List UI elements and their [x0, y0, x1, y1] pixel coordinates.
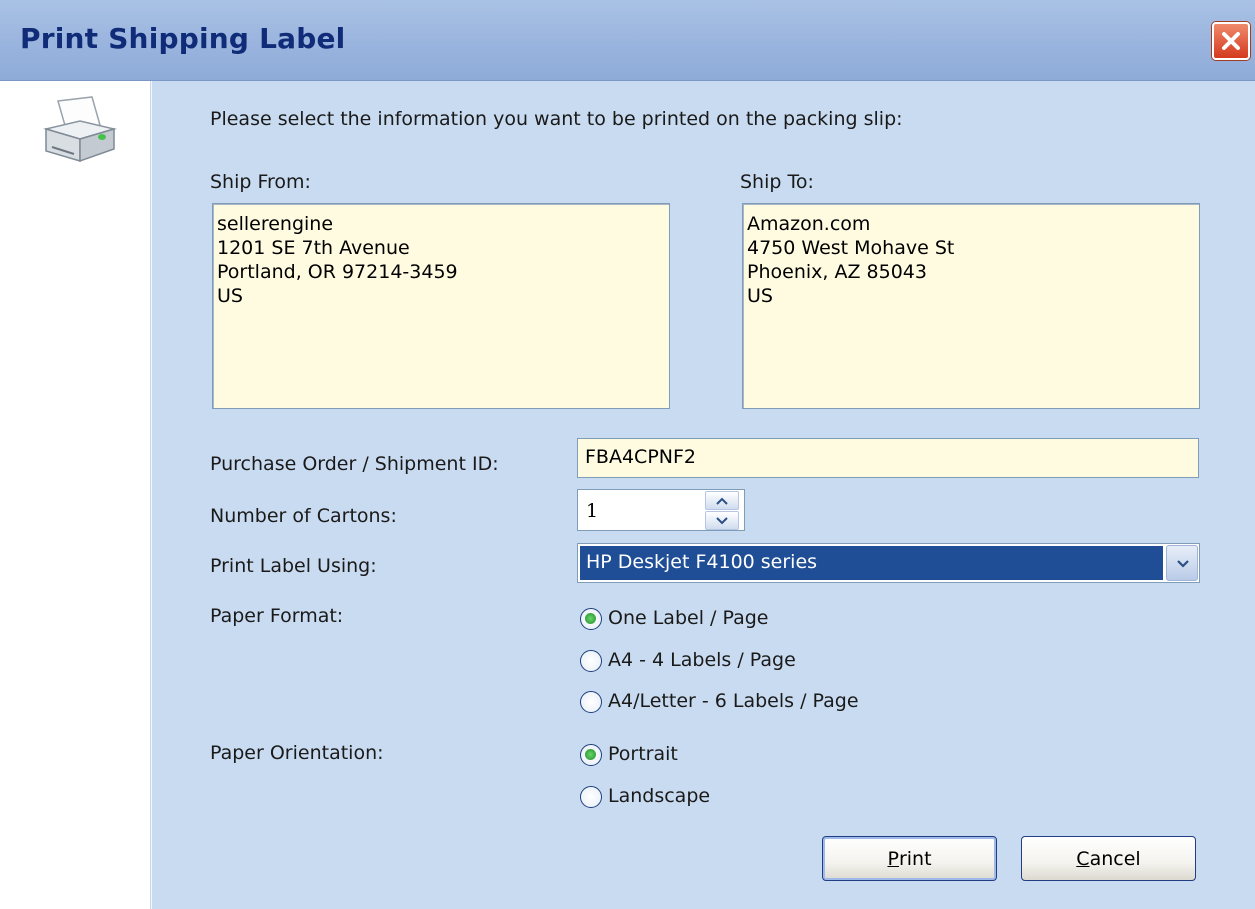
radio-selected[interactable] [580, 744, 602, 766]
orientation-option-label: Landscape [608, 785, 711, 807]
cartons-stepper[interactable]: 1 [577, 489, 745, 531]
paper-format-option-one[interactable]: One Label / Page [577, 605, 937, 635]
cartons-label: Number of Cartons: [210, 505, 397, 527]
paper-orientation-label: Paper Orientation: [210, 742, 384, 764]
printer-selected-highlight: HP Deskjet F4100 series [580, 546, 1163, 580]
paper-format-option-label: One Label / Page [608, 607, 769, 629]
print-button-label-rest: rint [898, 847, 932, 870]
ship-from-line: Portland, OR 97214-3459 [217, 261, 458, 283]
orientation-option-landscape[interactable]: Landscape [577, 783, 877, 813]
printer-label: Print Label Using: [210, 555, 377, 577]
ship-to-line: 4750 West Mohave St [747, 237, 955, 259]
printer-icon [43, 96, 117, 163]
radio-unselected[interactable] [580, 691, 602, 713]
left-panel [0, 81, 151, 909]
purchase-order-input[interactable]: FBA4CPNF2 [577, 438, 1199, 478]
radio-unselected[interactable] [580, 786, 602, 808]
cancel-button-mnemonic: C [1076, 847, 1090, 870]
paper-format-option-a4-4[interactable]: A4 - 4 Labels / Page [577, 647, 937, 677]
cancel-button-label-rest: ancel [1089, 847, 1141, 870]
printer-dropdown-button[interactable] [1166, 545, 1198, 581]
radio-selected[interactable] [580, 608, 602, 630]
ship-to-textbox[interactable]: Amazon.com 4750 West Mohave St Phoenix, … [742, 203, 1200, 409]
purchase-order-label: Purchase Order / Shipment ID: [210, 453, 499, 475]
purchase-order-value: FBA4CPNF2 [585, 446, 697, 468]
chevron-up-icon [716, 497, 728, 505]
cartons-value: 1 [586, 500, 599, 522]
print-shipping-label-dialog: Print Shipping Label Please select the i… [0, 0, 1255, 909]
print-button[interactable]: Print [822, 836, 997, 881]
ship-to-line: US [747, 285, 773, 307]
ship-from-textbox[interactable]: sellerengine 1201 SE 7th Avenue Portland… [212, 203, 670, 409]
chevron-down-icon [1177, 560, 1189, 568]
radio-dot [585, 613, 596, 624]
printer-value: HP Deskjet F4100 series [586, 551, 818, 573]
chevron-down-icon [716, 517, 728, 525]
instructions-text: Please select the information you want t… [210, 108, 903, 130]
ship-from-line: 1201 SE 7th Avenue [217, 237, 410, 259]
printer-select[interactable]: HP Deskjet F4100 series [577, 543, 1200, 583]
close-icon [1222, 32, 1240, 50]
orientation-option-portrait[interactable]: Portrait [577, 741, 877, 771]
ship-from-label: Ship From: [210, 171, 311, 193]
title-bar[interactable]: Print Shipping Label [0, 0, 1255, 81]
radio-dot [585, 749, 596, 760]
ship-to-line: Phoenix, AZ 85043 [747, 261, 927, 283]
paper-format-option-label: A4 - 4 Labels / Page [608, 649, 796, 671]
paper-format-option-label: A4/Letter - 6 Labels / Page [608, 690, 859, 712]
print-button-mnemonic: P [887, 847, 899, 870]
paper-format-option-a4-6[interactable]: A4/Letter - 6 Labels / Page [577, 688, 937, 718]
ship-from-line: sellerengine [217, 213, 334, 235]
ship-to-label: Ship To: [740, 171, 814, 193]
ship-from-line: US [217, 285, 243, 307]
cancel-button[interactable]: Cancel [1021, 836, 1196, 881]
cartons-up-button[interactable] [705, 491, 739, 510]
dialog-title: Print Shipping Label [20, 22, 346, 55]
orientation-option-label: Portrait [608, 743, 678, 765]
ship-to-line: Amazon.com [747, 213, 871, 235]
paper-format-label: Paper Format: [210, 605, 344, 627]
radio-unselected[interactable] [580, 650, 602, 672]
cartons-down-button[interactable] [705, 511, 739, 530]
close-button[interactable] [1212, 22, 1250, 60]
dialog-content: Please select the information you want t… [152, 81, 1255, 909]
